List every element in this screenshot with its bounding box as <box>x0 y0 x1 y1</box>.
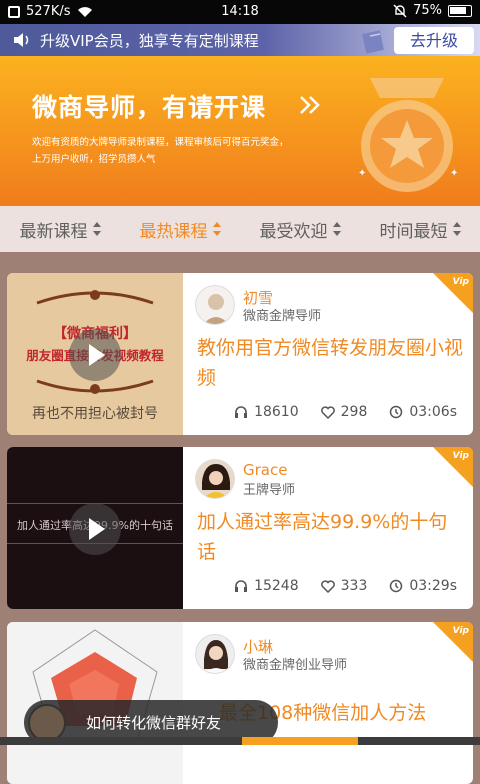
teacher-recruit-banner[interactable]: 微商导师，有请开课 欢迎有资质的大牌导师录制课程，课程审核后可得百元奖金， 上万… <box>0 56 480 206</box>
svg-text:✦: ✦ <box>450 168 458 179</box>
double-chevron-right-icon <box>300 96 320 114</box>
avatar <box>195 459 235 499</box>
banner-desc-line-1: 欢迎有资质的大牌导师录制课程，课程审核后可得百元奖金， <box>32 137 289 148</box>
play-button[interactable] <box>69 329 121 381</box>
like-count: 298 <box>340 404 368 420</box>
headphones-icon <box>235 406 248 418</box>
course-card[interactable]: 【微商福利】 朋友圈直接转发视频教程 再也不用担心被封号 初雪 微商金牌导师 教… <box>7 273 473 435</box>
headphones-icon <box>235 580 248 592</box>
listen-count: 15248 <box>254 578 299 594</box>
battery-icon <box>448 4 472 17</box>
sort-arrows-icon <box>332 222 341 236</box>
tab-shortest[interactable]: 时间最短 <box>360 206 480 252</box>
teacher-role: 王牌导师 <box>243 483 296 498</box>
medal-star-icon: ✦ ✦ <box>358 78 458 192</box>
tab-label: 最热课程 <box>139 221 208 242</box>
course-thumbnail[interactable]: 加人通过率高达99.9%的十句话 <box>7 447 183 609</box>
course-title: 加人通过率高达99.9%的十句话 <box>197 511 448 563</box>
duration: 03:06s <box>409 404 457 420</box>
tab-most-popular[interactable]: 最受欢迎 <box>240 206 360 252</box>
banner-desc-line-2: 上万用户收听，招学员攒人气 <box>32 154 156 165</box>
vip-badge-icon: Vip <box>452 277 469 287</box>
course-meta: 15248 333 03:29s <box>234 578 457 594</box>
speaker-icon <box>14 33 29 47</box>
tab-label: 时间最短 <box>379 221 448 242</box>
teacher-role: 微商金牌创业导师 <box>243 658 348 673</box>
sort-arrows-icon <box>212 222 221 236</box>
battery-percent: 75% <box>413 3 442 18</box>
bottom-indicator-active <box>242 737 358 745</box>
play-button[interactable] <box>69 503 121 555</box>
svg-text:✦: ✦ <box>358 168 366 179</box>
thumb-caption-3: 再也不用担心被封号 <box>32 406 158 422</box>
sort-tabs: 最新课程 最热课程 最受欢迎 时间最短 <box>0 206 480 252</box>
course-thumbnail[interactable]: 【微商福利】 朋友圈直接转发视频教程 再也不用担心被封号 <box>7 273 183 435</box>
clock-icon <box>390 405 403 419</box>
tab-label: 最受欢迎 <box>259 221 328 242</box>
duration: 03:29s <box>409 578 457 594</box>
course-card[interactable]: 加人通过率高达99.9%的十句话 Grace 王牌导师 加人通过率高达99.9%… <box>7 447 473 609</box>
teacher-name: Grace <box>243 461 288 479</box>
teacher-role: 微商金牌导师 <box>243 309 322 324</box>
avatar <box>195 634 235 674</box>
status-bar: 527K/s 14:18 75% <box>0 0 480 24</box>
banner-title: 微商导师，有请开课 <box>32 93 267 122</box>
tab-hottest[interactable]: 最热课程 <box>120 206 240 252</box>
tab-newest[interactable]: 最新课程 <box>0 206 120 252</box>
upgrade-button[interactable]: 去升级 <box>394 27 474 54</box>
vip-promo-text: 升级VIP会员，独享专有定制课程 <box>40 32 259 50</box>
heart-icon <box>320 579 335 593</box>
book-decoration-icon <box>362 30 384 54</box>
vip-badge-icon: Vip <box>452 626 469 636</box>
clock-icon <box>390 579 403 593</box>
bottom-indicator <box>0 737 480 745</box>
mini-player-title: 如何转化微信群好友 <box>86 714 222 732</box>
sort-arrows-icon <box>452 222 461 236</box>
tab-label: 最新课程 <box>19 221 88 242</box>
avatar <box>195 285 235 325</box>
vip-badge-icon: Vip <box>452 451 469 461</box>
course-meta: 18610 298 03:06s <box>234 404 457 420</box>
heart-icon <box>320 405 335 419</box>
vip-promo-bar: 升级VIP会员，独享专有定制课程 去升级 <box>0 24 480 56</box>
course-title: 教你用官方微信转发朋友圈小视频 <box>197 337 464 389</box>
mute-icon <box>393 4 407 17</box>
sort-arrows-icon <box>92 222 101 236</box>
listen-count: 18610 <box>254 404 299 420</box>
banner-description: 欢迎有资质的大牌导师录制课程，课程审核后可得百元奖金， 上万用户收听，招学员攒人… <box>32 134 322 168</box>
like-count: 333 <box>340 578 368 594</box>
